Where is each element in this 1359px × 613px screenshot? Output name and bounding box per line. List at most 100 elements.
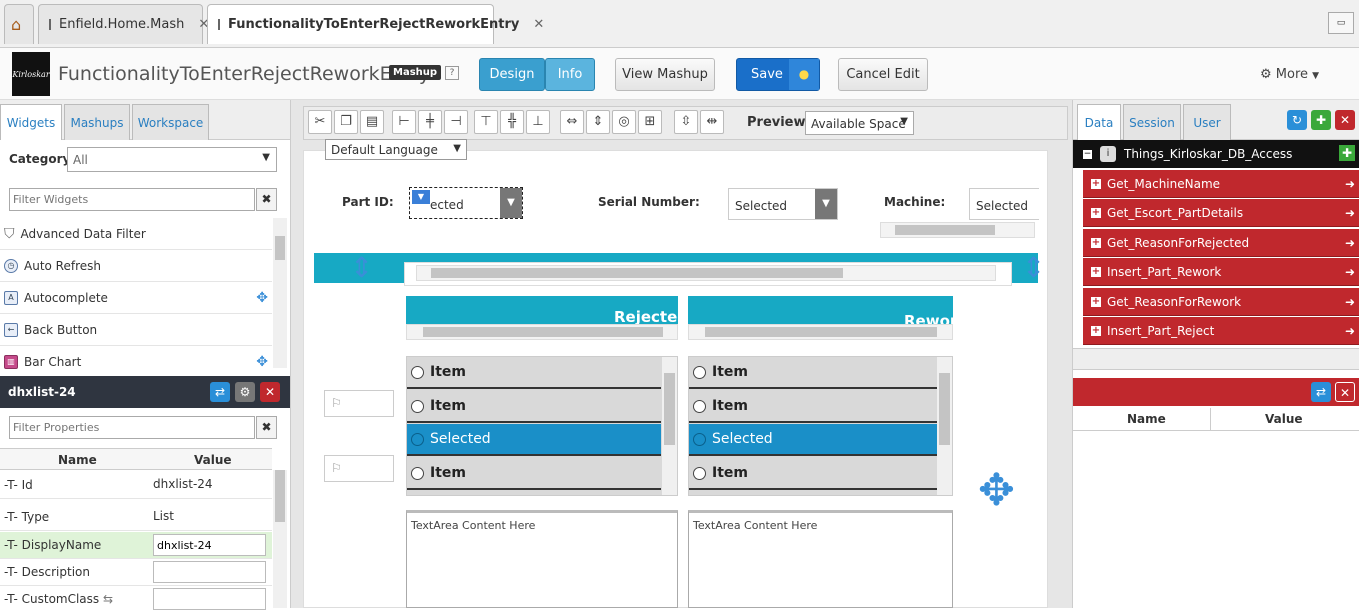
cancel-edit-button[interactable]: Cancel Edit [838, 58, 928, 91]
tab-current-mashup[interactable]: FunctionalityToEnterRejectReworkEntry ✕ [207, 4, 544, 44]
rejected-textarea[interactable]: TextArea Content Here [406, 510, 678, 608]
scrollbar-thumb[interactable] [423, 327, 663, 337]
description-field[interactable] [153, 561, 266, 583]
list-item[interactable]: ← Back Button [0, 314, 272, 346]
refresh-icon[interactable]: ↻ [1287, 110, 1307, 130]
widget-list-scrollbar[interactable] [273, 218, 287, 368]
scrollbar-thumb[interactable] [275, 470, 285, 522]
panel-hscroll[interactable] [416, 265, 996, 281]
property-row[interactable]: -T- CustomClass ⇆ [0, 586, 272, 613]
distribute-horizontal-icon[interactable]: ⇹ [700, 110, 724, 134]
displayname-field[interactable] [153, 534, 266, 556]
align-bottom-icon[interactable]: ⊥ [526, 110, 550, 134]
list-scrollbar[interactable] [662, 357, 677, 495]
view-mashup-button[interactable]: View Mashup [615, 58, 715, 91]
scrollbar-thumb[interactable] [664, 373, 675, 445]
thing-row[interactable]: − i Things_Kirloskar_DB_Access ✚ [1073, 140, 1359, 168]
properties-scrollbar[interactable] [273, 470, 287, 608]
close-icon[interactable]: ✕ [533, 17, 544, 32]
scrollbar-thumb[interactable] [705, 327, 937, 337]
add-icon[interactable]: ✚ [1311, 110, 1331, 130]
machine-hscroll[interactable] [880, 222, 1035, 238]
list-item[interactable]: A Autocomplete ✥ [0, 282, 272, 314]
close-icon[interactable]: ✕ [260, 382, 280, 402]
gear-icon[interactable]: ⚙ [235, 382, 255, 402]
list-item[interactable]: Item [407, 391, 661, 423]
more-menu[interactable]: ⚙ More ▼ [1260, 67, 1319, 82]
align-middle-icon[interactable]: ╬ [500, 110, 524, 134]
tab-user[interactable]: User [1183, 104, 1231, 140]
tab-enfield-home[interactable]: Enfield.Home.Mash ✕ [38, 4, 209, 44]
machine-dropdown[interactable]: Selected [969, 188, 1039, 220]
language-select[interactable]: Default Language ▼ [325, 139, 467, 160]
same-height-icon[interactable]: ⇕ [586, 110, 610, 134]
home-tab[interactable]: ⌂ [4, 4, 34, 44]
scrollbar-thumb[interactable] [275, 236, 285, 260]
serial-number-dropdown[interactable]: Selected ▼ [728, 188, 838, 220]
share-icon[interactable]: ⇄ [1311, 382, 1331, 402]
move-icon[interactable]: ✥ [978, 464, 1015, 518]
help-icon[interactable]: ? [445, 66, 459, 80]
tab-workspace[interactable]: Workspace [132, 104, 209, 140]
service-item[interactable]: + Get_ReasonForRework ➜ [1083, 288, 1359, 316]
service-item[interactable]: + Get_MachineName ➜ [1083, 170, 1359, 198]
resize-vertical-icon[interactable]: ⇕ [1022, 240, 1045, 296]
service-item[interactable]: + Get_ReasonForRejected ➜ [1083, 229, 1359, 257]
list-item[interactable]: Item [689, 391, 937, 423]
category-select[interactable]: All ▼ [67, 147, 277, 172]
clear-filter-icon[interactable]: ✖ [256, 416, 277, 439]
list-item[interactable]: Item [407, 458, 661, 490]
cut-icon[interactable]: ✂ [308, 110, 332, 134]
list-item[interactable]: Item [689, 357, 937, 389]
filter-widgets-input[interactable] [9, 188, 255, 211]
design-button[interactable]: Design [479, 58, 545, 91]
list-item[interactable]: ◷ Auto Refresh [0, 250, 272, 282]
filter-properties-input[interactable] [9, 416, 255, 439]
align-center-icon[interactable]: ╪ [418, 110, 442, 134]
collapse-icon[interactable]: − [1083, 149, 1092, 159]
tab-session[interactable]: Session [1123, 104, 1181, 140]
scrollbar-thumb[interactable] [431, 268, 843, 278]
service-item[interactable]: + Insert_Part_Reject ➜ [1083, 317, 1359, 345]
rework-textarea[interactable]: TextArea Content Here [688, 510, 953, 608]
info-button[interactable]: Info [545, 58, 595, 91]
align-top-icon[interactable]: ⊤ [474, 110, 498, 134]
share-icon[interactable]: ⇄ [210, 382, 230, 402]
part-id-dropdown[interactable]: ected ▼ ▼ [409, 187, 523, 219]
maximize-icon[interactable]: ▭ [1328, 12, 1354, 34]
placeholder-widget[interactable]: ⚐ [324, 390, 394, 417]
selection-handle-icon[interactable]: ▼ [412, 190, 430, 204]
close-icon[interactable]: ✕ [1335, 110, 1355, 130]
add-icon[interactable]: ✚ [1339, 145, 1355, 161]
list-item[interactable]: Item [689, 458, 937, 490]
list-item[interactable]: ⛉ Advanced Data Filter [0, 218, 272, 250]
close-icon[interactable]: ✕ [1335, 382, 1355, 402]
rejected-hscroll[interactable] [406, 324, 678, 340]
property-row[interactable]: -T- Type List [0, 504, 272, 531]
customclass-field[interactable] [153, 588, 266, 610]
list-item-selected[interactable]: Selected [407, 424, 661, 456]
service-item[interactable]: + Get_Escort_PartDetails ➜ [1083, 199, 1359, 227]
tab-widgets[interactable]: Widgets [0, 104, 62, 140]
rework-hscroll[interactable] [688, 324, 953, 340]
resize-vertical-icon[interactable]: ⇕ [350, 240, 373, 296]
list-scrollbar[interactable] [937, 357, 952, 495]
property-row[interactable]: -T- Description [0, 559, 272, 586]
align-right-icon[interactable]: ⊣ [444, 110, 468, 134]
paste-icon[interactable]: ▤ [360, 110, 384, 134]
same-width-icon[interactable]: ⇔ [560, 110, 584, 134]
distribute-vertical-icon[interactable]: ⇳ [674, 110, 698, 134]
align-left-icon[interactable]: ⊢ [392, 110, 416, 134]
copy-icon[interactable]: ❐ [334, 110, 358, 134]
clear-filter-icon[interactable]: ✖ [256, 188, 277, 211]
center-icon[interactable]: ◎ [612, 110, 636, 134]
scrollbar-thumb[interactable] [939, 373, 950, 445]
list-item[interactable]: Item [407, 357, 661, 389]
property-row[interactable]: -T- Id dhxlist-24 [0, 472, 272, 499]
tab-data[interactable]: Data [1077, 104, 1121, 140]
preview-select[interactable]: Available Space ▼ [805, 111, 914, 135]
property-row-selected[interactable]: -T- DisplayName [0, 532, 272, 559]
scrollbar-thumb[interactable] [895, 225, 995, 235]
list-item[interactable]: ▥ Bar Chart ✥ [0, 346, 272, 370]
grid-icon[interactable]: ⊞ [638, 110, 662, 134]
